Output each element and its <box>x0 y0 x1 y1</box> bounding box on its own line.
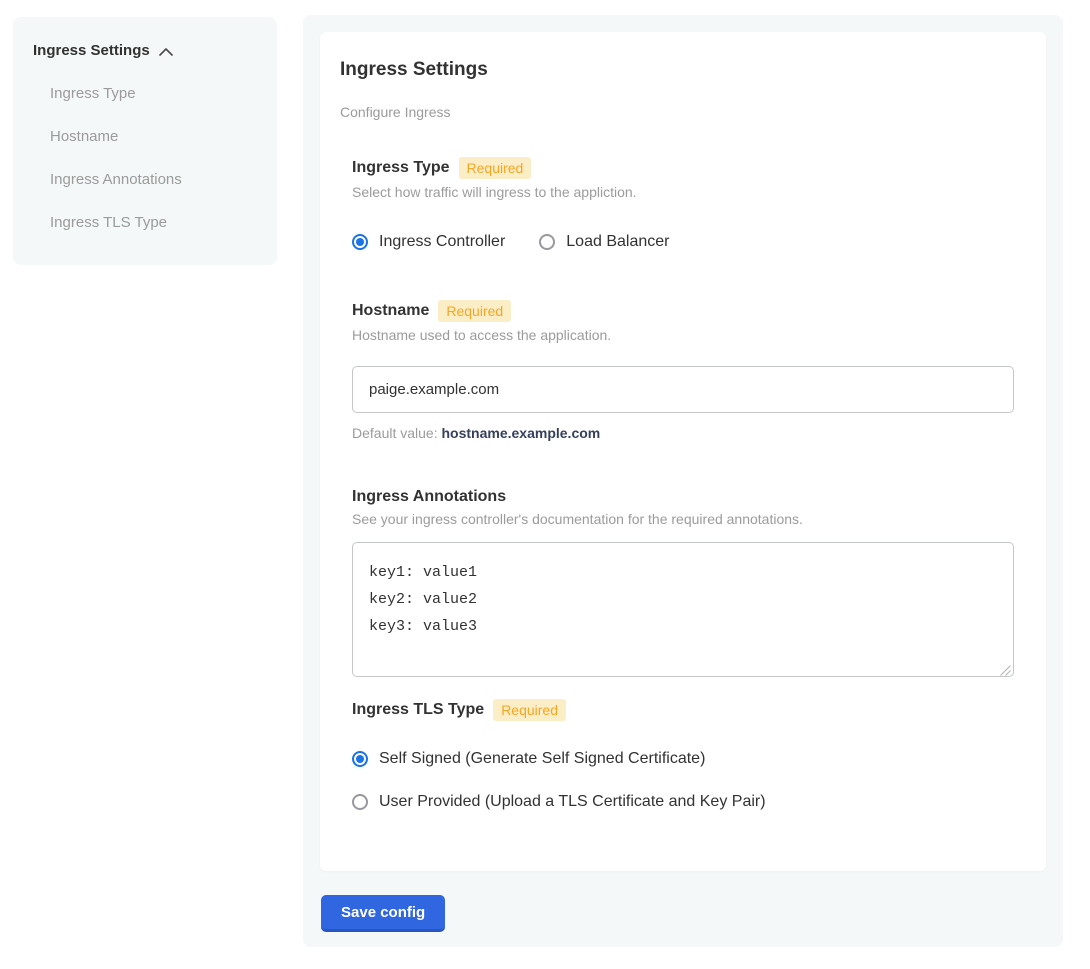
radio-label: User Provided (Upload a TLS Certificate … <box>379 793 766 811</box>
sidebar-item-ingress-type[interactable]: Ingress Type <box>33 85 257 102</box>
section-ingress-annotations: Ingress Annotations See your ingress con… <box>352 488 1014 677</box>
radio-selected-icon[interactable] <box>352 234 368 250</box>
section-ingress-type: Ingress Type Required Select how traffic… <box>352 157 1014 251</box>
ingress-type-help: Select how traffic will ingress to the a… <box>352 184 1014 200</box>
sidebar-item-list: Ingress Type Hostname Ingress Annotation… <box>33 85 257 231</box>
ingress-tls-type-label: Ingress TLS Type <box>352 701 484 719</box>
radio-unselected-icon[interactable] <box>539 234 555 250</box>
radio-load-balancer[interactable]: Load Balancer <box>539 233 669 251</box>
save-config-button[interactable]: Save config <box>321 895 445 932</box>
radio-user-provided[interactable]: User Provided (Upload a TLS Certificate … <box>352 793 1014 811</box>
radio-ingress-controller[interactable]: Ingress Controller <box>352 233 505 251</box>
radio-self-signed[interactable]: Self Signed (Generate Self Signed Certif… <box>352 750 1014 768</box>
default-value-label: Default value: <box>352 425 438 441</box>
hostname-input[interactable] <box>352 366 1014 413</box>
hostname-default-line: Default value: hostname.example.com <box>352 425 1014 441</box>
ingress-annotations-textarea-wrap: key1: value1 key2: value2 key3: value3 <box>352 542 1014 677</box>
config-page: Ingress Settings Ingress Type Hostname I… <box>0 0 1090 969</box>
radio-label: Ingress Controller <box>379 233 505 251</box>
page-title: Ingress Settings <box>340 59 1014 81</box>
ingress-tls-radio-group: Self Signed (Generate Self Signed Certif… <box>352 750 1014 811</box>
chevron-up-icon <box>159 48 173 56</box>
radio-label: Self Signed (Generate Self Signed Certif… <box>379 750 705 768</box>
section-hostname: Hostname Required Hostname used to acces… <box>352 300 1014 441</box>
sidebar-item-hostname[interactable]: Hostname <box>33 128 257 145</box>
page-subtitle: Configure Ingress <box>340 104 1014 120</box>
radio-label: Load Balancer <box>566 233 669 251</box>
config-card: Ingress Settings Configure Ingress Ingre… <box>320 32 1046 871</box>
default-value-text: hostname.example.com <box>442 425 601 441</box>
config-main-panel: Ingress Settings Configure Ingress Ingre… <box>303 15 1063 947</box>
sidebar-item-ingress-tls-type[interactable]: Ingress TLS Type <box>33 214 257 231</box>
ingress-annotations-label: Ingress Annotations <box>352 488 506 506</box>
config-sidebar: Ingress Settings Ingress Type Hostname I… <box>13 17 277 265</box>
sidebar-group-label: Ingress Settings <box>33 42 150 59</box>
required-badge: Required <box>493 699 566 721</box>
sidebar-group-ingress-settings[interactable]: Ingress Settings <box>33 42 257 59</box>
radio-unselected-icon[interactable] <box>352 794 368 810</box>
resize-grip-icon[interactable] <box>1000 663 1011 674</box>
required-badge: Required <box>459 157 532 179</box>
ingress-type-radio-group: Ingress Controller Load Balancer <box>352 233 1014 251</box>
ingress-type-label: Ingress Type <box>352 159 450 177</box>
hostname-label: Hostname <box>352 302 429 320</box>
ingress-annotations-help: See your ingress controller's documentat… <box>352 511 1014 527</box>
ingress-annotations-textarea[interactable]: key1: value1 key2: value2 key3: value3 <box>352 542 1014 677</box>
hostname-help: Hostname used to access the application. <box>352 327 1014 343</box>
radio-selected-icon[interactable] <box>352 751 368 767</box>
section-ingress-tls-type: Ingress TLS Type Required Self Signed (G… <box>352 699 1014 811</box>
required-badge: Required <box>438 300 511 322</box>
sidebar-item-ingress-annotations[interactable]: Ingress Annotations <box>33 171 257 188</box>
